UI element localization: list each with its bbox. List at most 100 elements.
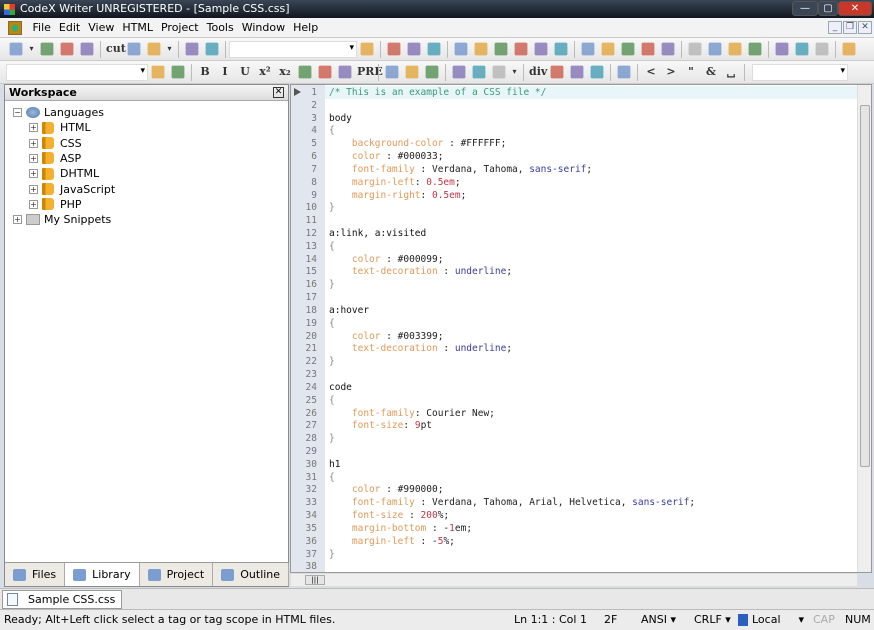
tree-item-html[interactable]: + HTML	[29, 120, 91, 135]
symbol-6-icon[interactable]: U	[237, 64, 253, 80]
dropdown-arrow-icon[interactable]: ▾	[166, 41, 173, 57]
location-dropdown[interactable]: Local ▾	[738, 610, 804, 630]
line-ending-dropdown[interactable]: CRLF ▾	[694, 610, 731, 630]
encoding-dropdown[interactable]: ANSI ▾	[641, 610, 676, 630]
close-button[interactable]: ✕	[838, 1, 872, 16]
symbol-7-icon[interactable]: x²	[257, 64, 273, 80]
document-icon[interactable]	[8, 21, 22, 35]
tab-library[interactable]: Library	[65, 563, 140, 586]
collapse-icon[interactable]: −	[13, 108, 22, 117]
tree-item-my-snippets[interactable]: + My Snippets	[13, 212, 111, 227]
symbol-30-icon[interactable]: <	[643, 64, 659, 80]
toolbar-combo[interactable]	[6, 63, 148, 81]
internet-explorer-icon[interactable]	[601, 42, 615, 56]
mdi-close-button[interactable]: ✕	[858, 21, 872, 34]
properties-icon[interactable]	[554, 42, 568, 56]
menu-project[interactable]: Project	[157, 18, 203, 38]
symbol-12-icon[interactable]: PRE	[357, 64, 383, 80]
menu-tools[interactable]: Tools	[203, 18, 238, 38]
undo-icon[interactable]	[185, 42, 199, 56]
expand-icon[interactable]: +	[29, 199, 38, 209]
symbol-4-icon[interactable]: B	[197, 64, 213, 80]
frame-icon[interactable]	[617, 65, 631, 79]
server-icon[interactable]	[590, 65, 604, 79]
view-cascade-icon[interactable]	[534, 42, 548, 56]
outline-icon[interactable]	[842, 42, 856, 56]
maximize-button[interactable]: ▢	[818, 1, 838, 16]
ordered-list-icon[interactable]	[775, 42, 789, 56]
align-left-icon[interactable]	[385, 65, 399, 79]
table-icon[interactable]	[688, 42, 702, 56]
view-design-icon[interactable]	[454, 42, 468, 56]
workspace-close-icon[interactable]: ✕	[273, 87, 284, 98]
color-fill-icon[interactable]	[492, 65, 506, 79]
tree-item-asp[interactable]: + ASP	[29, 151, 81, 166]
cdata-icon[interactable]	[151, 65, 165, 79]
browser-preview-icon[interactable]	[581, 42, 595, 56]
code-editor[interactable]: 1 /* This is an example of a CSS file */ 2…	[290, 84, 872, 573]
firefox-icon[interactable]	[621, 42, 635, 56]
menu-html[interactable]: HTML	[118, 18, 157, 38]
tab-files[interactable]: Files	[5, 563, 66, 586]
dropdown-arrow-icon[interactable]: ▾	[28, 41, 35, 57]
bullet-list-icon[interactable]	[795, 42, 809, 56]
redo-icon[interactable]	[205, 42, 219, 56]
symbol-33-icon[interactable]: &	[703, 64, 719, 80]
tab-outline[interactable]: Outline	[213, 563, 290, 586]
copy-icon[interactable]	[127, 42, 141, 56]
view-preview-icon[interactable]	[474, 42, 488, 56]
font-style-icon[interactable]	[427, 42, 441, 56]
expand-icon[interactable]: +	[29, 169, 38, 179]
menu-help[interactable]: Help	[289, 18, 322, 38]
align-center-icon[interactable]	[405, 65, 419, 79]
open-folder-icon[interactable]	[40, 42, 54, 56]
chrome-icon[interactable]	[661, 42, 675, 56]
save-icon[interactable]	[60, 42, 74, 56]
outdent-icon[interactable]	[748, 42, 762, 56]
tree-item-css[interactable]: + CSS	[29, 136, 82, 151]
tree-item-php[interactable]: + PHP	[29, 197, 82, 212]
dropdown-arrow-icon[interactable]: ▾	[511, 64, 518, 80]
menu-edit[interactable]: Edit	[55, 18, 84, 38]
symbol-5-icon[interactable]: I	[217, 64, 233, 80]
image-map-icon[interactable]	[472, 65, 486, 79]
align-right-icon[interactable]	[425, 65, 439, 79]
symbol-23-icon[interactable]: div	[529, 64, 547, 80]
tab-project[interactable]: Project	[140, 563, 214, 586]
list-view-icon[interactable]	[407, 42, 421, 56]
menu-window[interactable]: Window	[238, 18, 289, 38]
new-file-icon[interactable]	[9, 42, 23, 56]
expand-icon[interactable]: +	[29, 153, 38, 163]
horizontal-scrollbar[interactable]: |||	[290, 573, 858, 587]
network-icon[interactable]	[570, 65, 584, 79]
view-split-icon[interactable]	[514, 42, 528, 56]
symbol-8-icon[interactable]: x₂	[277, 64, 293, 80]
vertical-scroll-thumb[interactable]	[860, 105, 870, 467]
expand-icon[interactable]: +	[29, 184, 38, 194]
symbol-32-icon[interactable]: "	[683, 64, 699, 80]
tree-item-dhtml[interactable]: + DHTML	[29, 166, 99, 181]
symbol-31-icon[interactable]: >	[663, 64, 679, 80]
image-icon[interactable]	[452, 65, 466, 79]
css-block-icon[interactable]	[171, 65, 185, 79]
toolbar-combo[interactable]	[229, 40, 357, 58]
tree-item-languages[interactable]: − Languages	[13, 105, 104, 120]
document-tab-sample-css[interactable]: Sample CSS.css	[2, 590, 122, 609]
format-icon[interactable]	[387, 42, 401, 56]
save-all-icon[interactable]	[80, 42, 94, 56]
find-icon[interactable]	[360, 42, 374, 56]
anchor-icon[interactable]	[550, 65, 564, 79]
mdi-minimize-button[interactable]: _	[828, 21, 842, 34]
opera-icon[interactable]	[641, 42, 655, 56]
mdi-restore-button[interactable]: ❐	[843, 21, 857, 34]
minimize-button[interactable]: —	[792, 1, 818, 16]
definition-list-icon[interactable]	[815, 42, 829, 56]
line-break-icon[interactable]	[318, 65, 332, 79]
expand-icon[interactable]: +	[29, 138, 38, 148]
expand-icon[interactable]: +	[29, 123, 38, 133]
horizontal-scroll-thumb[interactable]: |||	[305, 575, 325, 585]
expand-icon[interactable]: +	[13, 215, 22, 225]
vertical-scrollbar[interactable]	[857, 85, 871, 572]
symbol-6-icon[interactable]: cut	[106, 41, 126, 57]
paste-icon[interactable]	[147, 42, 161, 56]
